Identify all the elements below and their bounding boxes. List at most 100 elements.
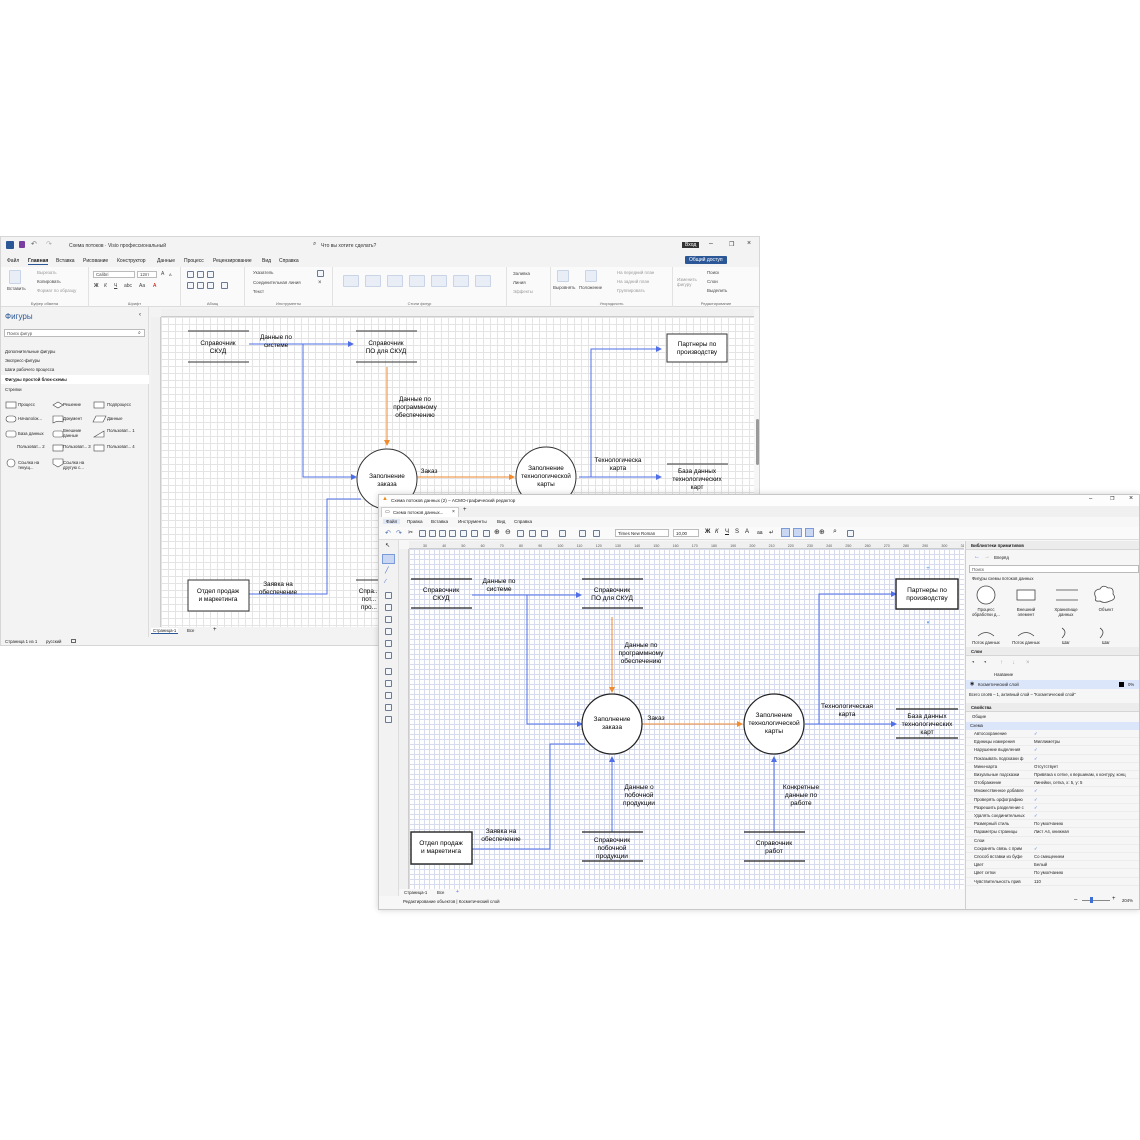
fill-button[interactable]: Заливка bbox=[513, 271, 530, 276]
paste-icon[interactable] bbox=[9, 270, 21, 284]
property-value[interactable]: 110 bbox=[1034, 879, 1138, 884]
undo-icon[interactable]: ↶ bbox=[31, 240, 37, 248]
image-tool-icon[interactable] bbox=[385, 640, 392, 647]
sheet-icon[interactable] bbox=[559, 530, 566, 537]
close-shape-icon[interactable]: × bbox=[318, 280, 322, 286]
font-size-select[interactable]: 10,00 bbox=[673, 529, 699, 537]
style-thumb-1[interactable] bbox=[343, 275, 359, 287]
rect-tool-icon[interactable] bbox=[385, 592, 392, 599]
snap-grid-toggle[interactable] bbox=[781, 528, 790, 537]
effects-button[interactable]: Эффекты bbox=[513, 289, 533, 294]
property-row[interactable]: Удалять соединительных ✓ bbox=[966, 812, 1139, 821]
delete-icon[interactable] bbox=[449, 530, 456, 537]
quick-shapes-link[interactable]: Экспресс-фигуры bbox=[5, 358, 40, 363]
add-page-icon[interactable]: + bbox=[213, 627, 217, 633]
shapes-search-input[interactable]: Поиск фигур ⌕ bbox=[4, 329, 145, 337]
align-middle-icon[interactable] bbox=[197, 271, 204, 278]
property-row[interactable]: Сохранять связь с прим ✓ bbox=[966, 845, 1139, 853]
shape-data[interactable] bbox=[92, 415, 107, 423]
macro-record-icon[interactable] bbox=[71, 639, 76, 643]
style-thumb-3[interactable] bbox=[387, 275, 403, 287]
align-icon[interactable] bbox=[557, 270, 569, 282]
node-po-store[interactable]: Справочник ПО для СКУД bbox=[582, 578, 643, 609]
node-partners-entity[interactable]: Партнеры по производству bbox=[895, 578, 959, 610]
property-row[interactable]: Цвет сетки По умолчанию bbox=[966, 869, 1139, 878]
italic-icon[interactable]: К bbox=[715, 529, 719, 535]
menu-file[interactable]: Файл bbox=[383, 519, 401, 524]
align-center-icon[interactable] bbox=[197, 282, 204, 289]
cut-icon[interactable]: ✂ bbox=[408, 529, 413, 536]
property-value[interactable]: ✓ bbox=[1034, 805, 1138, 811]
connector-tool[interactable]: Соединительная линия bbox=[253, 280, 301, 285]
bring-front-button[interactable]: На передний план bbox=[617, 270, 654, 275]
print-icon[interactable] bbox=[847, 530, 854, 537]
edge-sales-to-order[interactable] bbox=[249, 498, 361, 595]
lock-icon[interactable] bbox=[471, 530, 478, 537]
snap-vertex-toggle[interactable] bbox=[793, 528, 802, 537]
redo-icon[interactable]: ↷ bbox=[396, 529, 402, 537]
style-thumb-2[interactable] bbox=[365, 275, 381, 287]
zoom-minus-icon[interactable]: – bbox=[1074, 897, 1077, 903]
props-tab-scheme-row[interactable]: Схема bbox=[966, 722, 1139, 730]
zoom-fit-icon[interactable] bbox=[483, 530, 490, 537]
property-value[interactable]: ✓ bbox=[1034, 747, 1138, 753]
close-icon[interactable]: × bbox=[1129, 495, 1133, 502]
property-row[interactable]: Мини-карта Отсутствует bbox=[966, 763, 1139, 771]
props-tab-general[interactable]: Общие bbox=[972, 714, 986, 719]
table-icon[interactable] bbox=[517, 530, 524, 537]
node-techcard-process[interactable]: Заполнение технологической карты bbox=[743, 693, 805, 755]
tab-review[interactable]: Рецензирование bbox=[213, 258, 252, 264]
move-down-icon[interactable]: ↓ bbox=[1012, 660, 1015, 666]
style-thumb-4[interactable] bbox=[409, 275, 425, 287]
property-value[interactable]: ✓ bbox=[1034, 731, 1138, 737]
search-icon[interactable]: ⌕ bbox=[138, 330, 141, 336]
collapse-panel-icon[interactable]: ‹ bbox=[139, 312, 141, 318]
tab-process[interactable]: Процесс bbox=[184, 258, 204, 264]
node-skud-store[interactable]: Справочник СКУД bbox=[188, 330, 249, 363]
bold-icon[interactable]: Ж bbox=[705, 529, 710, 535]
menu-tools[interactable]: Инструменты bbox=[458, 519, 487, 524]
wrap-icon[interactable]: ↵ bbox=[769, 529, 774, 536]
lock-layer-icon[interactable]: ◔ bbox=[983, 660, 987, 666]
shape-custom-3[interactable] bbox=[92, 430, 105, 438]
node-skud-store[interactable]: Справочник СКУД bbox=[411, 578, 472, 609]
font-family-select[interactable]: Times New Roman bbox=[615, 529, 669, 537]
ac-page-tab-all[interactable]: Все bbox=[437, 890, 444, 895]
library-search-input[interactable]: Поиск bbox=[969, 565, 1139, 573]
property-value[interactable]: Миллиметры bbox=[1034, 739, 1138, 744]
menu-help[interactable]: Справка bbox=[514, 519, 532, 524]
font-size-select[interactable]: 12пт bbox=[137, 271, 157, 278]
cut-button[interactable]: Вырезать bbox=[37, 270, 57, 275]
stencil-active[interactable]: Фигуры простой блок-схемы bbox=[1, 375, 149, 384]
close-tab-icon[interactable]: × bbox=[452, 509, 455, 515]
handle-top-icon[interactable]: + bbox=[926, 566, 930, 572]
zoom-slider-thumb[interactable] bbox=[1090, 897, 1093, 903]
format-painter-icon[interactable] bbox=[460, 530, 467, 537]
frame-tool-icon[interactable] bbox=[385, 604, 392, 611]
property-row[interactable]: Параметры страницы Лист А4, книжная bbox=[966, 828, 1139, 837]
redo-icon[interactable]: ↷ bbox=[46, 240, 52, 248]
shape-external-data[interactable] bbox=[52, 430, 64, 438]
ac-page-tab-1[interactable]: Страница-1 bbox=[404, 890, 427, 895]
align-right-icon[interactable] bbox=[207, 282, 214, 289]
property-value[interactable]: По умолчанию bbox=[1034, 821, 1138, 826]
property-row[interactable]: Нарушение выделения ✓ bbox=[966, 746, 1139, 755]
rectangle-tool-icon[interactable] bbox=[317, 270, 324, 277]
chart-icon[interactable] bbox=[529, 530, 536, 537]
tell-me-search[interactable]: Что вы хотите сделать? bbox=[321, 243, 376, 249]
font-shrink-icon[interactable]: A bbox=[169, 272, 172, 277]
workflow-steps-link[interactable]: Шаги рабочего процесса bbox=[5, 367, 54, 372]
property-row[interactable]: Показывать подсказки ф ✓ bbox=[966, 755, 1139, 763]
shape-decision[interactable] bbox=[52, 401, 64, 409]
shape-database[interactable] bbox=[5, 430, 17, 438]
add-page-icon[interactable]: + bbox=[456, 889, 459, 895]
table-tool-icon[interactable] bbox=[385, 616, 392, 623]
ac-drawing-canvas[interactable]: Справочник СКУД Справочник ПО для СКУД П… bbox=[409, 549, 964, 889]
property-row[interactable]: Цвет Белый bbox=[966, 861, 1139, 870]
snap-contour-toggle[interactable] bbox=[805, 528, 814, 537]
layers-button[interactable]: Слои bbox=[707, 279, 718, 284]
shape-start-end[interactable] bbox=[5, 415, 17, 423]
property-row[interactable]: Чувствительность прив 110 bbox=[966, 878, 1139, 886]
maximize-icon[interactable]: ❐ bbox=[1110, 496, 1114, 502]
strikethrough-icon[interactable]: abc bbox=[124, 283, 132, 289]
